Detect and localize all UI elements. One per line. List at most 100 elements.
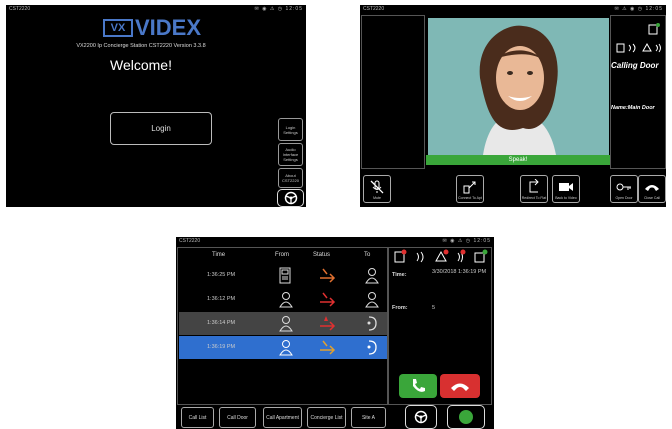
missed-call-arrow-icon (320, 268, 336, 283)
status-dot-icon (459, 410, 473, 424)
status-app-name: CST2220 (363, 6, 385, 12)
table-row-selected[interactable]: 1:36:19 PM (179, 336, 387, 359)
right-panel (610, 15, 666, 169)
handset-icon (367, 340, 377, 355)
hang-up-icon (645, 185, 659, 191)
answered-call-arrow-icon (320, 340, 336, 355)
wheel-button[interactable] (277, 189, 304, 207)
user-icon (279, 340, 293, 356)
login-settings-button[interactable]: Login Settings (278, 118, 303, 141)
welcome-heading: Welcome! (110, 57, 172, 73)
status-app-name: CST2220 (9, 6, 31, 12)
back-to-video-label: Back to Video (555, 196, 577, 200)
header-to: To (364, 252, 371, 258)
logo-text: VIDEX (135, 15, 202, 40)
close-call-label: Close Call (644, 196, 660, 200)
steering-wheel-icon (284, 191, 297, 205)
audio-settings-label: Audio Interface Settings (282, 147, 299, 162)
status-bar: CST2220 ✉ ◉ ⚠ ◷ 12:05 (6, 5, 306, 13)
logo-mark: VX (103, 19, 133, 37)
door-video-feed (428, 18, 609, 155)
user-icon (279, 292, 293, 308)
key-icon (616, 183, 631, 191)
connect-icon (463, 181, 476, 194)
redirect-label: Redirect To Flat (521, 196, 547, 200)
wheel-button[interactable] (405, 405, 437, 429)
detail-toolbar-icons (394, 249, 488, 263)
accept-call-button[interactable] (399, 374, 437, 398)
status-bar: CST2220 ✉ ⚠ ◉ ◷ 12:05 (360, 5, 666, 13)
mute-icon (370, 180, 384, 194)
header-status: Status (313, 252, 331, 258)
connect-to-apt-button[interactable]: Connect To Apt (456, 175, 484, 203)
phone-reject-icon (451, 383, 469, 391)
videx-logo: VX VIDEX (103, 15, 202, 40)
close-call-button[interactable]: Close Call (638, 175, 666, 203)
user-icon (365, 292, 379, 308)
row-time: 1:36:14 PM (207, 320, 236, 326)
header-time: Time (212, 252, 226, 258)
user-icon (365, 268, 379, 284)
tab-site-a-label: Site A (361, 414, 376, 421)
tab-call-door[interactable]: Call Door (219, 407, 256, 428)
tab-concierge-list[interactable]: Concierge List (307, 407, 346, 428)
steering-wheel-icon (414, 410, 428, 424)
missed-call-arrow-icon (320, 292, 336, 307)
table-row[interactable]: 1:36:14 PM (179, 312, 387, 335)
status-app-name: CST2220 (179, 238, 201, 244)
tab-call-door-label: Call Door (227, 414, 248, 421)
table-row[interactable]: 1:36:25 PM (179, 264, 387, 287)
row-time: 1:36:12 PM (207, 296, 236, 302)
tab-concierge-list-label: Concierge List (310, 414, 343, 421)
visitor-image (428, 18, 609, 155)
tab-call-apartment[interactable]: Call Apartment (263, 407, 302, 428)
detail-from-label: From: (392, 305, 408, 311)
about-button[interactable]: About CST2220 (278, 168, 303, 188)
detail-time-label: Time: (392, 272, 407, 278)
call-tools-icons (616, 43, 661, 53)
audio-settings-button[interactable]: Audio Interface Settings (278, 143, 303, 166)
redirect-icon (529, 179, 539, 193)
mute-button[interactable]: Mute (363, 175, 391, 203)
open-door-label: Open Door (615, 196, 633, 200)
about-label: About CST2220 (282, 173, 299, 183)
status-icons: ✉ ◉ ⚠ ◷ 12:05 (442, 238, 491, 244)
status-icons: ✉ ⚠ ◉ ◷ 12:05 (614, 6, 663, 12)
welcome-screen: CST2220 ✉ ◉ ⚠ ◷ 12:05 VX VIDEX VX2200 Ip… (6, 5, 306, 207)
tab-call-apartment-label: Call Apartment (266, 414, 299, 421)
back-to-video-button[interactable]: Back to Video (552, 175, 580, 203)
mute-label: Mute (373, 196, 381, 200)
left-panel (361, 15, 425, 169)
header-from: From (275, 252, 289, 258)
calling-door-screen: CST2220 ✉ ⚠ ◉ ◷ 12:05 Speak! Calling Doo… (360, 5, 666, 207)
handset-icon (367, 316, 377, 331)
speak-indicator: Speak! (426, 155, 610, 165)
tab-call-list[interactable]: Call List (181, 407, 214, 428)
tab-site-a[interactable]: Site A (351, 407, 386, 428)
video-icon (559, 183, 573, 191)
alarm-arrow-icon (320, 316, 336, 331)
detail-time-value: 3/30/2018 1:36:19 PM (432, 269, 487, 275)
door-name-label: Name:Main Door (611, 105, 655, 111)
tab-call-list-label: Call List (188, 414, 207, 421)
version-text: VX2200 Ip Concierge Station CST2220 Vers… (76, 43, 206, 49)
login-button[interactable]: Login (110, 112, 212, 145)
row-time: 1:36:19 PM (207, 344, 236, 350)
table-row[interactable]: 1:36:12 PM (179, 288, 387, 311)
calling-door-title: Calling Door (611, 61, 659, 70)
door-panel-icon (279, 267, 291, 284)
row-time: 1:36:25 PM (207, 272, 236, 278)
call-list-screen: CST2220 ✉ ◉ ⚠ ◷ 12:05 Time From Status T… (176, 237, 494, 429)
status-icons: ✉ ◉ ⚠ ◷ 12:05 (254, 6, 303, 12)
connect-label: Connect To Apt (458, 196, 482, 200)
open-door-button[interactable]: Open Door (610, 175, 638, 203)
detail-from-value: 5 (432, 305, 436, 311)
door-status-icon (648, 23, 660, 35)
login-settings-label: Login Settings (283, 124, 298, 135)
status-button[interactable] (447, 405, 485, 429)
phone-accept-icon (413, 379, 425, 392)
user-icon (279, 316, 293, 332)
reject-call-button[interactable] (440, 374, 480, 398)
status-bar: CST2220 ✉ ◉ ⚠ ◷ 12:05 (176, 237, 494, 245)
redirect-to-flat-button[interactable]: Redirect To Flat (520, 175, 548, 203)
